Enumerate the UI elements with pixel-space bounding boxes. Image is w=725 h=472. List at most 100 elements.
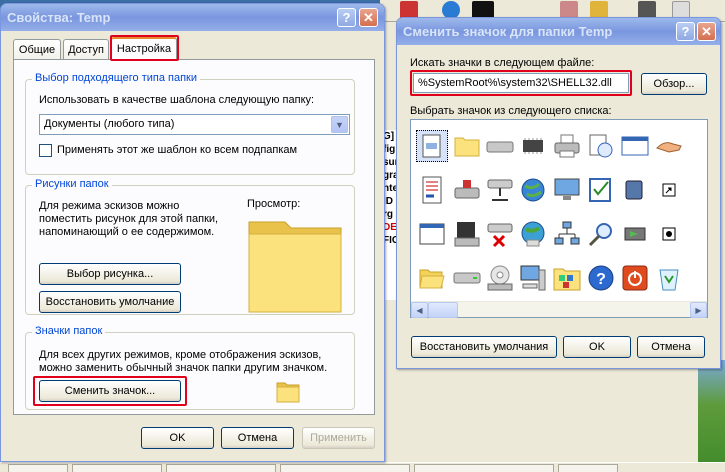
cd-shortcut-icon[interactable]	[653, 218, 685, 250]
window-title: Сменить значок для папки Temp	[403, 24, 613, 39]
close-button[interactable]: ✕	[359, 8, 378, 27]
taskbar-button[interactable]	[8, 464, 68, 472]
preview-label: Просмотр:	[247, 198, 301, 210]
highlight-box	[110, 35, 179, 61]
chevron-down-icon[interactable]: ▼	[331, 116, 348, 133]
drive-icon[interactable]	[484, 130, 516, 162]
generic-file-icon[interactable]	[416, 130, 448, 162]
button-label: Обзор...	[653, 78, 695, 90]
desktop-wallpaper	[698, 360, 725, 472]
help-icon[interactable]: ?	[585, 262, 617, 294]
hard-drive-icon[interactable]	[451, 262, 483, 294]
button-label: OK	[589, 341, 605, 353]
open-folder-icon[interactable]	[416, 262, 448, 294]
properties-titlebar: Свойства: Temp ? ✕	[1, 4, 384, 31]
apply-subfolders-checkbox[interactable]	[39, 144, 52, 157]
hand-icon[interactable]	[653, 130, 685, 162]
icons-description: Для всех других режимов, кроме отображен…	[39, 349, 328, 374]
tab-sharing[interactable]: Доступ	[63, 39, 109, 59]
power-icon[interactable]	[619, 262, 651, 294]
folder-type-select[interactable]: Документы (любого типа) ▼	[39, 114, 350, 135]
choose-picture-button[interactable]: Выбор рисунка...	[39, 263, 181, 285]
pictures-description: Для режима эскизов можно поместить рисун…	[39, 200, 219, 238]
highlight-box	[410, 70, 632, 96]
floppy-drive-icon[interactable]	[451, 218, 483, 250]
group-title: Рисунки папок	[32, 178, 112, 190]
help-button[interactable]: ?	[676, 22, 695, 41]
tab-label: Общие	[18, 43, 56, 56]
help-button[interactable]: ?	[337, 8, 356, 27]
taskbar-button[interactable]	[280, 464, 410, 472]
folder-icon[interactable]	[451, 130, 483, 162]
chip-icon[interactable]	[517, 130, 549, 162]
shortcut-icon[interactable]	[653, 174, 685, 206]
checklist-icon[interactable]	[585, 174, 617, 206]
taskbar-button[interactable]	[558, 464, 618, 472]
folder-icons-group: Значки папок Для всех других режимов, кр…	[25, 325, 355, 410]
cd-drive-icon[interactable]	[484, 262, 516, 294]
group-title: Выбор подходящего типа папки	[32, 72, 201, 84]
tab-general[interactable]: Общие	[13, 39, 61, 59]
ok-button[interactable]: OK	[141, 427, 214, 449]
scroll-left-icon[interactable]: ◀	[411, 302, 428, 318]
folder-type-group: Выбор подходящего типа папки Использоват…	[25, 72, 355, 175]
folder-pictures-group: Рисунки папок Для режима эскизов можно п…	[25, 178, 355, 315]
recycle-bin-icon[interactable]	[653, 262, 685, 294]
scheduled-task-icon[interactable]	[585, 130, 617, 162]
icon-list[interactable]: ? ◀ ▶	[410, 119, 708, 318]
taskbar-button[interactable]	[166, 464, 276, 472]
removable-drive-icon[interactable]	[451, 174, 483, 206]
change-icon-dialog: Сменить значок для папки Temp ? ✕ Искать…	[396, 17, 721, 369]
restore-defaults-button[interactable]: Восстановить умолчания	[411, 336, 557, 358]
folder-icon	[276, 382, 300, 403]
cancel-button[interactable]: Отмена	[221, 427, 294, 449]
restore-default-picture-button[interactable]: Восстановить умолчание	[39, 291, 181, 313]
customize-tab-panel: Выбор подходящего типа папки Использоват…	[13, 59, 375, 415]
button-label: OK	[169, 432, 186, 444]
blank-window-icon[interactable]	[416, 218, 448, 250]
run-icon[interactable]	[619, 218, 651, 250]
control-panel-icon[interactable]	[551, 262, 583, 294]
computer-icon[interactable]	[517, 262, 549, 294]
change-icon-titlebar: Сменить значок для папки Temp ? ✕	[397, 18, 720, 45]
device-icon[interactable]	[619, 174, 651, 206]
network-icon[interactable]	[551, 218, 583, 250]
scroll-thumb[interactable]	[428, 302, 458, 318]
tab-label: Доступ	[68, 43, 104, 56]
document-icon[interactable]	[416, 174, 448, 206]
browse-button[interactable]: Обзор...	[641, 73, 707, 95]
horizontal-scrollbar[interactable]: ◀ ▶	[411, 301, 707, 318]
network-drive-icon[interactable]	[484, 174, 516, 206]
highlight-box	[33, 376, 187, 406]
printer-icon[interactable]	[551, 130, 583, 162]
web-globe-icon[interactable]	[517, 218, 549, 250]
button-label: Восстановить умолчания	[419, 341, 549, 353]
group-title: Значки папок	[32, 325, 106, 337]
button-label: Отмена	[237, 432, 278, 444]
button-label: Восстановить умолчание	[45, 296, 175, 308]
monitor-icon[interactable]	[551, 174, 583, 206]
folder-properties-window: Свойства: Temp ? ✕ Общие Доступ Настройк…	[0, 3, 385, 462]
ok-button[interactable]: OK	[563, 336, 631, 358]
cancel-button[interactable]: Отмена	[637, 336, 705, 358]
icon-list-label: Выбрать значок из следующего списка:	[410, 105, 612, 117]
disconnected-drive-icon[interactable]	[484, 218, 516, 250]
folder-type-value: Документы (любого типа)	[44, 118, 175, 130]
checkbox-label: Применять этот же шаблон ко всем подпапк…	[57, 144, 298, 156]
apply-button[interactable]: Применить	[302, 427, 375, 449]
search-file-label: Искать значки в следующем файле:	[410, 57, 595, 69]
folder-preview-icon	[248, 221, 342, 313]
button-label: Применить	[310, 432, 367, 444]
taskbar-button[interactable]	[414, 464, 554, 472]
window-title: Свойства: Temp	[7, 10, 111, 25]
window-icon[interactable]	[619, 130, 651, 162]
close-button[interactable]: ✕	[697, 22, 716, 41]
magnifier-icon[interactable]	[585, 218, 617, 250]
button-label: Выбор рисунка...	[66, 268, 154, 280]
taskbar-button[interactable]	[72, 464, 162, 472]
globe-icon[interactable]	[517, 174, 549, 206]
button-label: Отмена	[651, 341, 691, 353]
scroll-right-icon[interactable]: ▶	[690, 302, 707, 318]
template-label: Использовать в качестве шаблона следующу…	[39, 94, 315, 106]
svg-text:?: ?	[596, 271, 606, 288]
